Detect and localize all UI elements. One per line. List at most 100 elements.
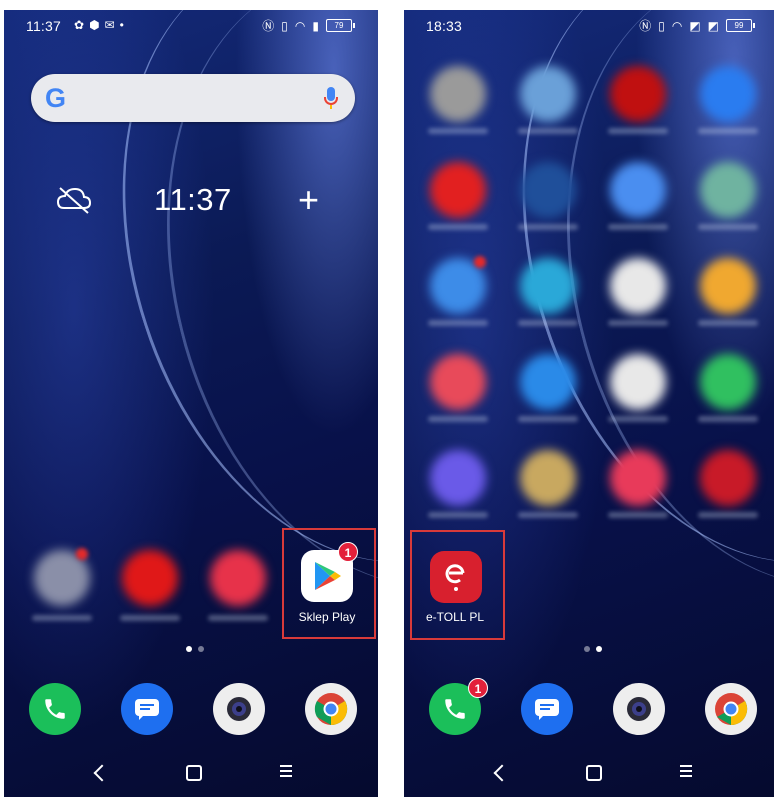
chrome-app[interactable] bbox=[305, 683, 357, 735]
menu-icon[interactable] bbox=[680, 765, 692, 780]
messages-app[interactable] bbox=[121, 683, 173, 735]
mic-icon[interactable] bbox=[324, 87, 338, 109]
blurred-app-label bbox=[428, 512, 488, 518]
page-indicator[interactable] bbox=[584, 646, 602, 652]
blurred-app-icon[interactable] bbox=[520, 258, 576, 314]
blurred-app-icon[interactable] bbox=[210, 550, 266, 606]
google-search-bar[interactable]: G bbox=[31, 74, 355, 122]
blurred-app-icon[interactable] bbox=[610, 258, 666, 314]
blurred-app-label bbox=[428, 224, 488, 230]
app-drawer-right: 18:33 Ⓝ ▯ ◠ ◩ ◩ 99 e-TOLL PL 1 bbox=[404, 10, 774, 797]
blurred-app-label bbox=[698, 224, 758, 230]
clock-widget[interactable]: 11:37 bbox=[154, 182, 232, 218]
home-icon[interactable] bbox=[186, 765, 202, 781]
blurred-app-label bbox=[608, 224, 668, 230]
navigation-bar bbox=[404, 749, 774, 797]
camera-app[interactable] bbox=[213, 683, 265, 735]
blurred-app-label bbox=[518, 128, 578, 134]
signal-icon: ▮ bbox=[312, 18, 319, 33]
blurred-app-label bbox=[120, 615, 180, 621]
notification-badge: 1 bbox=[468, 678, 488, 698]
messages-app[interactable] bbox=[521, 683, 573, 735]
blurred-app-label bbox=[32, 615, 92, 621]
page-dot-active bbox=[596, 646, 602, 652]
page-dot-active bbox=[186, 646, 192, 652]
blurred-app-label bbox=[428, 416, 488, 422]
blurred-app-label bbox=[518, 416, 578, 422]
page-indicator[interactable] bbox=[186, 646, 204, 652]
blurred-app-icon[interactable] bbox=[520, 66, 576, 122]
blurred-app-label bbox=[698, 512, 758, 518]
etoll-icon bbox=[445, 564, 465, 591]
etoll-app[interactable] bbox=[430, 551, 482, 603]
blurred-app-icon[interactable] bbox=[610, 354, 666, 410]
blurred-app-label bbox=[608, 512, 668, 518]
menu-icon[interactable] bbox=[280, 765, 292, 780]
notification-icons: ✿ ⬢ ✉ • bbox=[74, 18, 124, 32]
messages-icon bbox=[135, 699, 159, 720]
blurred-app-icon[interactable] bbox=[520, 354, 576, 410]
blurred-app-icon[interactable] bbox=[610, 66, 666, 122]
nfc-icon: Ⓝ bbox=[639, 19, 652, 33]
blurred-app-icon[interactable] bbox=[700, 162, 756, 218]
mail-icon: ✉ bbox=[104, 18, 115, 32]
blurred-app-icon[interactable] bbox=[430, 66, 486, 122]
wifi-icon: ◠ bbox=[671, 18, 683, 33]
blurred-app-label bbox=[608, 128, 668, 134]
blurred-app-icon[interactable] bbox=[610, 450, 666, 506]
blurred-app-label bbox=[428, 128, 488, 134]
blurred-app-icon[interactable] bbox=[430, 162, 486, 218]
camera-icon bbox=[227, 697, 251, 721]
blurred-app-label bbox=[518, 512, 578, 518]
blurred-app-label bbox=[698, 416, 758, 422]
back-icon[interactable] bbox=[93, 764, 111, 782]
blurred-app-icon[interactable] bbox=[700, 258, 756, 314]
blurred-app-icon[interactable] bbox=[520, 162, 576, 218]
blurred-app-icon[interactable] bbox=[430, 354, 486, 410]
nfc-icon: Ⓝ bbox=[262, 19, 275, 33]
status-time: 18:33 bbox=[426, 18, 463, 34]
blurred-app-label bbox=[428, 320, 488, 326]
status-bar: 18:33 Ⓝ ▯ ◠ ◩ ◩ 99 bbox=[404, 10, 774, 42]
vibrate-icon: ▯ bbox=[281, 18, 288, 33]
plus-icon[interactable]: + bbox=[298, 182, 319, 218]
blurred-badge bbox=[76, 548, 88, 560]
blurred-badge bbox=[474, 256, 486, 268]
blurred-app-icon[interactable] bbox=[700, 354, 756, 410]
play-store-icon bbox=[315, 562, 341, 590]
blurred-app-label bbox=[698, 128, 758, 134]
system-icons: Ⓝ ▯ ◠ ◩ ◩ 99 bbox=[639, 17, 755, 34]
blurred-app-icon[interactable] bbox=[430, 450, 486, 506]
camera-app[interactable] bbox=[613, 683, 665, 735]
messages-icon bbox=[535, 699, 559, 720]
home-screen-left: 11:37 ✿ ⬢ ✉ • Ⓝ ▯ ◠ ▮ 79 G 11:37 + 1 Skl… bbox=[4, 10, 378, 797]
battery-icon: 79 bbox=[326, 19, 355, 32]
vibrate-icon: ▯ bbox=[658, 18, 665, 33]
blurred-app-icon[interactable] bbox=[520, 450, 576, 506]
chrome-app[interactable] bbox=[705, 683, 757, 735]
blurred-app-icon[interactable] bbox=[700, 450, 756, 506]
shield-icon: ⬢ bbox=[89, 18, 100, 32]
blurred-app-label bbox=[518, 320, 578, 326]
back-icon[interactable] bbox=[493, 764, 511, 782]
status-bar: 11:37 ✿ ⬢ ✉ • Ⓝ ▯ ◠ ▮ 79 bbox=[4, 10, 378, 42]
etoll-label: e-TOLL PL bbox=[425, 610, 485, 624]
blurred-app-icon[interactable] bbox=[122, 550, 178, 606]
phone-icon bbox=[45, 699, 65, 719]
blurred-app-label bbox=[208, 615, 268, 621]
google-logo-icon: G bbox=[45, 83, 67, 113]
page-dot bbox=[198, 646, 204, 652]
status-time: 11:37 bbox=[26, 18, 61, 34]
wifi-icon: ◠ bbox=[294, 18, 306, 33]
no-signal-icon: ◩ bbox=[689, 18, 701, 33]
chrome-icon bbox=[314, 693, 348, 726]
home-icon[interactable] bbox=[586, 765, 602, 781]
phone-app[interactable] bbox=[29, 683, 81, 735]
phone-icon bbox=[445, 699, 465, 719]
blurred-app-icon[interactable] bbox=[610, 162, 666, 218]
notification-badge: 1 bbox=[338, 542, 358, 562]
play-store-label: Sklep Play bbox=[298, 610, 356, 624]
blurred-app-icon[interactable] bbox=[700, 66, 756, 122]
cloud-off-icon[interactable] bbox=[56, 186, 92, 214]
blurred-app-label bbox=[608, 320, 668, 326]
